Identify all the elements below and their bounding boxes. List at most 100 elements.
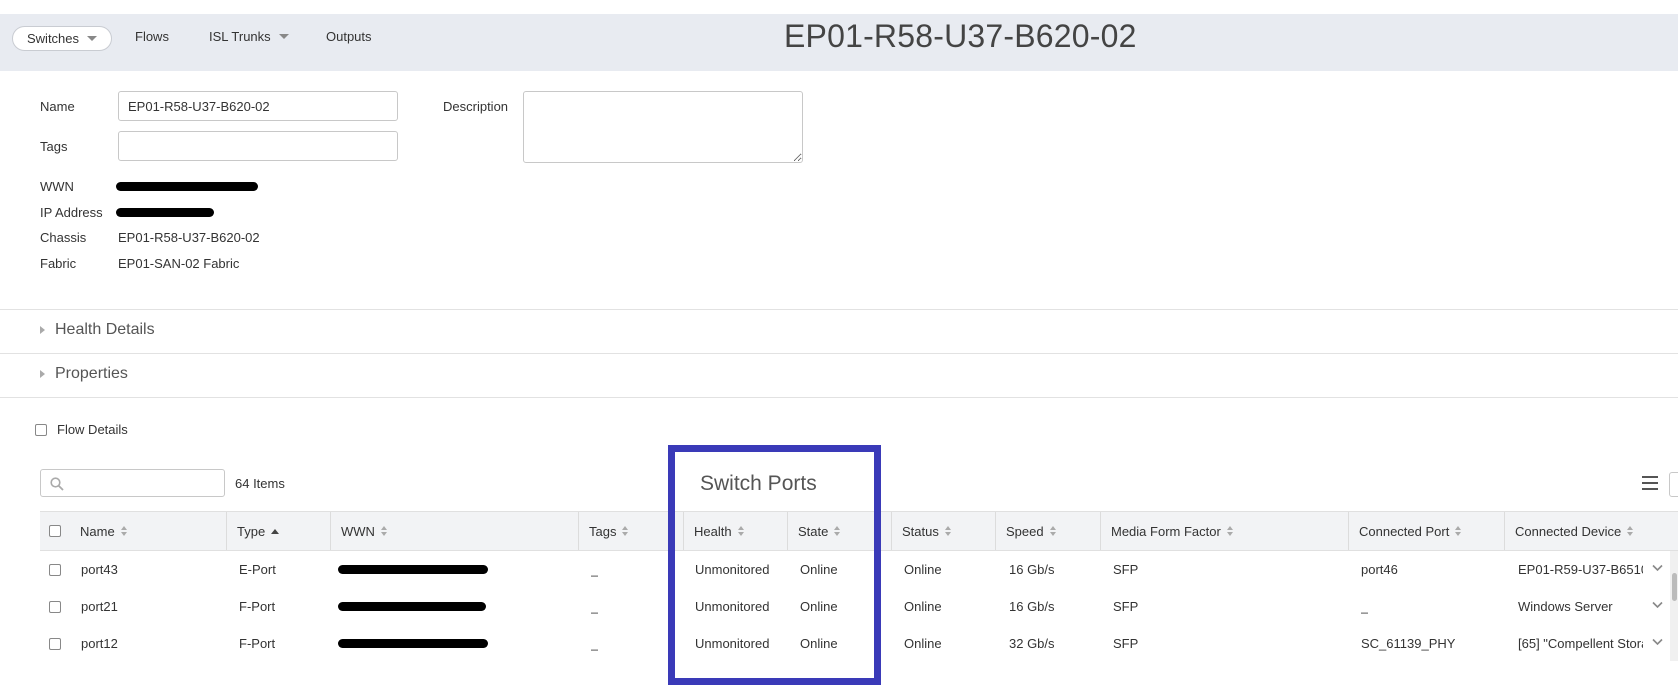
search-icon xyxy=(50,477,64,491)
properties-section[interactable]: Properties xyxy=(40,365,128,383)
chevron-down-icon[interactable] xyxy=(1652,601,1663,609)
cell-type: F-Port xyxy=(239,636,276,651)
column-label: Connected Device xyxy=(1515,523,1622,539)
tags-label: Tags xyxy=(40,139,68,154)
cell-connected-port: _ xyxy=(1361,599,1369,614)
row-select-cell xyxy=(49,588,61,625)
cell-tags: _ xyxy=(591,562,599,577)
column-header-media-form-factor[interactable]: Media Form Factor xyxy=(1100,512,1348,550)
divider xyxy=(0,353,1678,354)
sort-icon xyxy=(1627,526,1634,536)
chassis-label: Chassis xyxy=(40,230,87,245)
description-label: Description xyxy=(443,99,509,114)
outputs-link[interactable]: Outputs xyxy=(326,29,372,44)
health-details-title: Health Details xyxy=(55,321,155,338)
column-label: Tags xyxy=(589,523,617,539)
hamburger-menu-icon[interactable] xyxy=(1642,476,1658,490)
fabric-label: Fabric xyxy=(40,256,77,271)
tags-input[interactable] xyxy=(118,131,398,161)
triangle-right-icon xyxy=(40,326,45,334)
cell-speed: 16 Gb/s xyxy=(1009,599,1055,614)
health-details-section[interactable]: Health Details xyxy=(40,321,155,339)
chevron-down-icon[interactable] xyxy=(1652,638,1663,646)
row-select-cell xyxy=(49,551,61,588)
divider xyxy=(0,397,1678,398)
chevron-down-icon xyxy=(87,36,98,41)
sort-icon xyxy=(120,526,127,536)
triangle-right-icon xyxy=(40,370,45,378)
cell-type: E-Port xyxy=(239,562,276,577)
select-all-checkbox[interactable] xyxy=(49,525,61,537)
name-input[interactable] xyxy=(118,91,398,121)
redacted-ip-address xyxy=(116,208,214,217)
wwn-label: WWN xyxy=(40,179,74,194)
column-header-status[interactable]: Status xyxy=(891,512,995,550)
cell-status: Online xyxy=(904,599,942,614)
cell-status: Online xyxy=(904,562,942,577)
name-label: Name xyxy=(40,99,75,114)
row-checkbox[interactable] xyxy=(49,600,61,613)
column-header-connected-port[interactable]: Connected Port xyxy=(1348,512,1504,550)
cell-media-form-factor: SFP xyxy=(1113,562,1139,577)
cell-media-form-factor: SFP xyxy=(1113,636,1139,651)
chevron-down-icon[interactable] xyxy=(1652,564,1663,572)
divider xyxy=(0,309,1678,310)
column-label: Media Form Factor xyxy=(1111,523,1221,539)
description-textarea[interactable] xyxy=(523,91,803,163)
flow-details-checkbox[interactable] xyxy=(35,423,47,436)
chassis-value: EP01-R58-U37-B620-02 xyxy=(118,230,260,245)
grid-scrollbar-thumb[interactable] xyxy=(1672,573,1677,601)
column-header-connected-device[interactable]: Connected Device xyxy=(1504,512,1678,550)
redacted-wwn xyxy=(116,182,258,191)
highlight-box xyxy=(668,445,881,685)
column-header-wwn[interactable]: WWN xyxy=(330,512,578,550)
cell-tags: _ xyxy=(591,636,599,651)
switches-label: Switches xyxy=(27,31,80,46)
cell-name: port43 xyxy=(81,562,118,577)
redacted-wwn xyxy=(338,565,488,574)
flow-details-toggle[interactable]: Flow Details xyxy=(35,422,128,437)
column-label: Status xyxy=(902,523,939,539)
cell-media-form-factor: SFP xyxy=(1113,599,1139,614)
flows-link[interactable]: Flows xyxy=(135,29,169,44)
row-checkbox[interactable] xyxy=(49,637,61,650)
cell-name: port12 xyxy=(81,636,118,651)
sort-icon xyxy=(380,526,387,536)
sort-icon xyxy=(1049,526,1056,536)
column-label: Connected Port xyxy=(1359,523,1450,539)
outputs-label: Outputs xyxy=(326,29,372,44)
row-select-cell xyxy=(49,625,61,662)
redacted-wwn xyxy=(338,639,488,648)
grid-options-button[interactable] xyxy=(1669,472,1678,497)
column-label: Name xyxy=(80,523,115,539)
column-label: WWN xyxy=(341,523,375,539)
column-header-type[interactable]: Type xyxy=(226,512,330,550)
cell-tags: _ xyxy=(591,599,599,614)
sort-asc-icon xyxy=(271,528,280,534)
cell-name: port21 xyxy=(81,599,118,614)
cell-speed: 16 Gb/s xyxy=(1009,562,1055,577)
column-header-speed[interactable]: Speed xyxy=(995,512,1100,550)
column-label: Speed xyxy=(1006,523,1044,539)
grid-scrollbar[interactable] xyxy=(1670,551,1678,661)
cell-connected-device: Windows Server xyxy=(1518,599,1613,614)
sort-icon xyxy=(1226,526,1233,536)
cell-connected-port: SC_61139_PHY xyxy=(1361,636,1456,651)
sort-icon xyxy=(944,526,951,536)
switches-dropdown[interactable]: Switches xyxy=(12,26,113,51)
ip-address-label: IP Address xyxy=(40,205,103,220)
fabric-value: EP01-SAN-02 Fabric xyxy=(118,256,240,271)
cell-connected-device: EP01-R59-U37-B6510 xyxy=(1518,562,1643,577)
page-title: EP01-R58-U37-B620-02 xyxy=(784,18,1137,54)
isl-trunks-label: ISL Trunks xyxy=(209,29,271,44)
column-header-name[interactable]: Name xyxy=(70,512,226,550)
row-checkbox[interactable] xyxy=(49,563,61,576)
grid-search-input[interactable] xyxy=(40,469,225,497)
top-nav-bar: Switches Flows ISL Trunks Outputs EP01-R… xyxy=(0,14,1678,71)
redacted-wwn xyxy=(338,602,486,611)
sort-icon xyxy=(622,526,629,536)
select-all-cell xyxy=(40,512,70,550)
column-label: Type xyxy=(237,523,266,539)
isl-trunks-dropdown[interactable]: ISL Trunks xyxy=(209,29,289,44)
cell-status: Online xyxy=(904,636,942,651)
